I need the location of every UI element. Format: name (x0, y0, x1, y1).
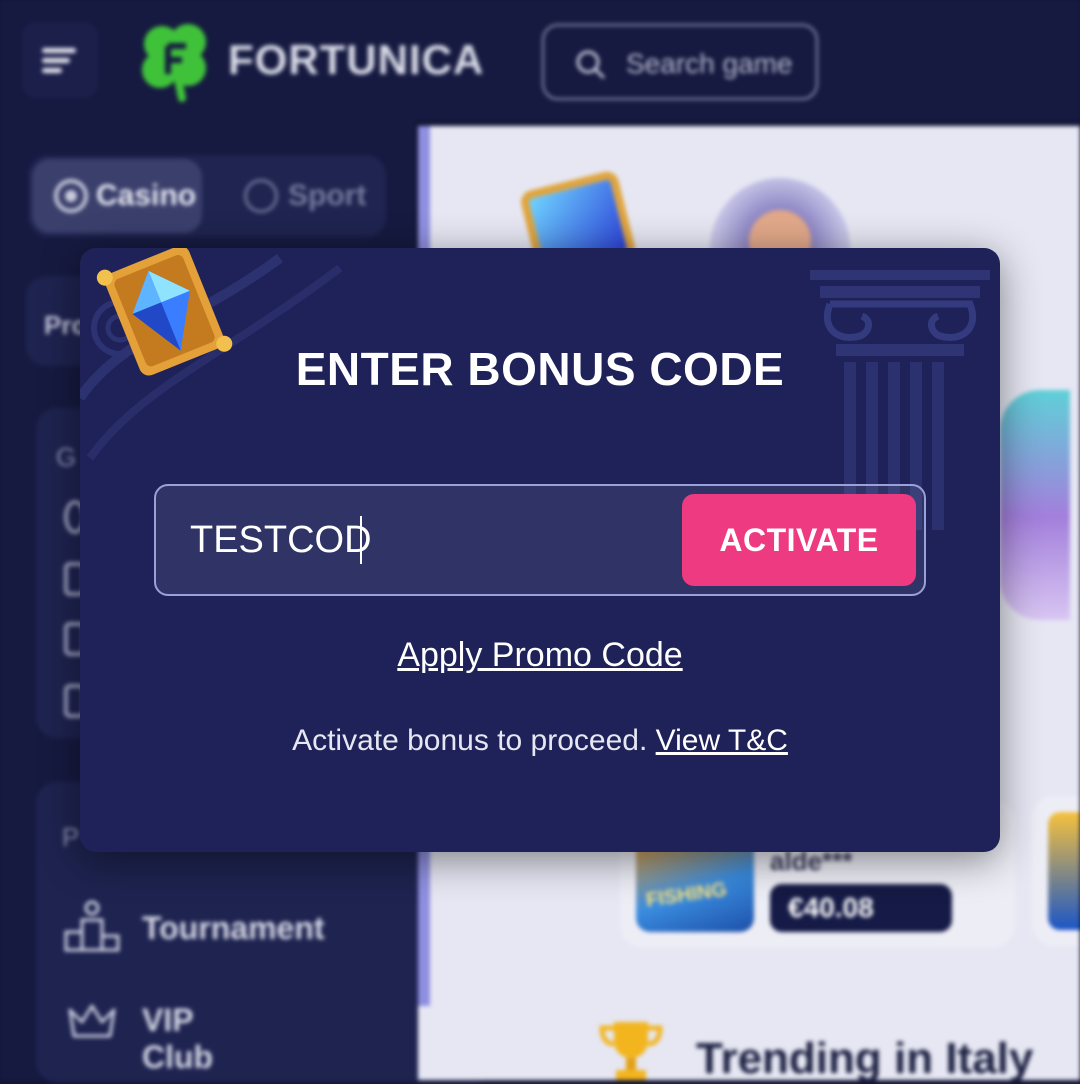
search-icon (576, 50, 605, 79)
search-game-input[interactable]: Search game (542, 24, 818, 100)
podium-icon (64, 900, 120, 952)
activate-button[interactable]: ACTIVATE (682, 494, 916, 586)
crown-icon (68, 1004, 116, 1038)
bonus-code-modal: ENTER BONUS CODE ACTIVATE Apply Promo Co… (80, 248, 1000, 852)
footer-text: Activate bonus to proceed. (292, 724, 648, 757)
menu-button[interactable] (22, 22, 98, 98)
tab-casino-label: Casino (96, 179, 197, 212)
menu-icon (42, 48, 76, 53)
winner-amount: €40.08 (770, 884, 952, 932)
section-title: Trending in Italy (696, 1034, 1034, 1083)
text-cursor (360, 516, 362, 564)
clover-logo-icon (142, 24, 206, 102)
modal-title: ENTER BONUS CODE (295, 343, 785, 395)
view-terms-link[interactable]: View T&C (656, 724, 788, 757)
top-bar: FORTUNICA Search game (0, 0, 1080, 120)
search-placeholder: Search game (626, 48, 793, 79)
sidebar-item-label: VIP Club (142, 1002, 214, 1075)
next-winner-thumbnail (1048, 812, 1080, 930)
bonus-code-field: ACTIVATE (154, 484, 926, 596)
winner-game-title: FISHING (644, 878, 729, 912)
menu-card-fragment: P (62, 822, 80, 852)
tab-sport-label: Sport (288, 179, 367, 212)
banner-hair-art (1000, 390, 1070, 620)
sidebar-item-label: Tournament (142, 910, 325, 946)
games-card-fragment: G (56, 442, 77, 472)
sport-ball-icon (244, 179, 278, 213)
bonus-code-input[interactable] (156, 486, 676, 594)
apply-promo-code-link[interactable]: Apply Promo Code (80, 636, 1000, 675)
brand-name[interactable]: FORTUNICA (228, 36, 484, 84)
terms-line: Activate bonus to proceed. View T&C (80, 724, 1000, 758)
casino-chip-icon (54, 179, 88, 213)
casino-sport-switch: Casino Sport (28, 155, 386, 237)
trophy-icon (599, 1022, 663, 1080)
tab-casino[interactable]: Casino (32, 159, 202, 233)
